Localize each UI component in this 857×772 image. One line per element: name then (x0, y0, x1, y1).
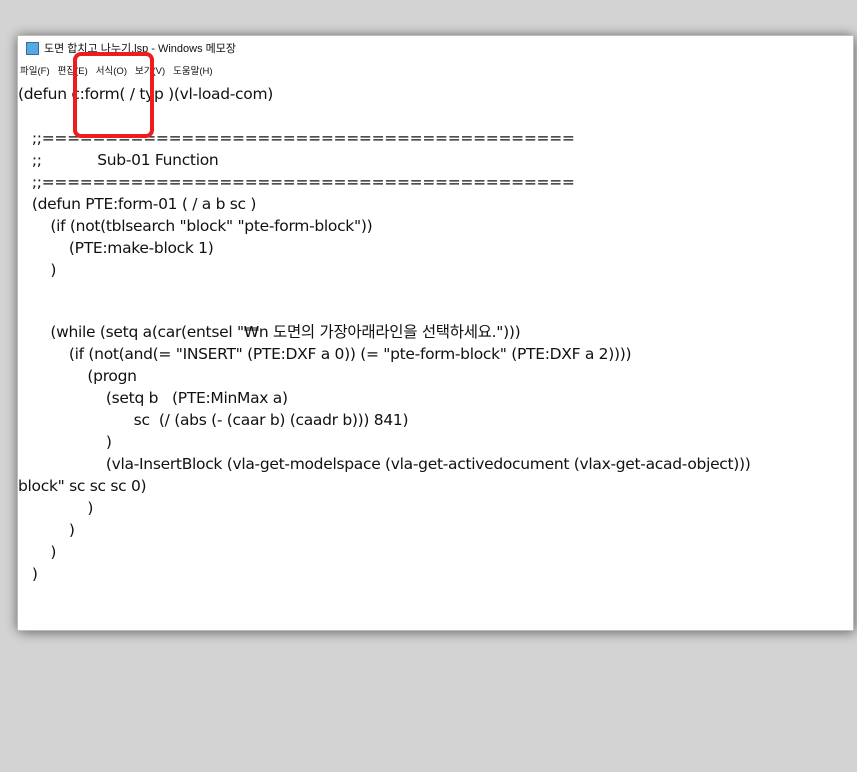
code-line: (if (not(tblsearch "block" "pte-form-blo… (18, 217, 373, 235)
window-title: 도면 합치고 나누기.lsp - Windows 메모장 (44, 43, 237, 55)
text-editor[interactable]: (defun c:form( / typ )(vl-load-com) ;;==… (18, 83, 853, 630)
code-line: (setq b (PTE:MinMax a) (18, 389, 288, 407)
notepad-icon (26, 41, 39, 55)
menu-bar: 파일(F) 편집(E) 서식(O) 보기(V) 도움말(H) (18, 60, 853, 80)
code-line: ) (18, 499, 94, 517)
code-line: ;; Sub-01 Function (18, 151, 219, 169)
code-line: ;;======================================… (18, 129, 575, 147)
menu-help[interactable]: 도움말(H) (173, 63, 212, 77)
code-line: ) (18, 565, 38, 583)
code-line: (defun c:form( / typ )(vl-load-com) (18, 85, 274, 103)
code-line: (progn (18, 367, 137, 385)
menu-edit[interactable]: 편집(E) (58, 63, 88, 77)
code-line: sc (/ (abs (- (caar b) (caadr b))) 841) (18, 411, 409, 429)
code-line: ;;======================================… (18, 173, 575, 191)
code-line: (if (not(and(= "INSERT" (PTE:DXF a 0)) (… (18, 345, 632, 363)
code-line: (while (setq a(car(entsel "₩n 도면의 가장아래라인… (18, 323, 521, 341)
notepad-window: 도면 합치고 나누기.lsp - Windows 메모장 파일(F) 편집(E)… (18, 36, 853, 630)
title-bar: 도면 합치고 나누기.lsp - Windows 메모장 (18, 36, 853, 60)
code-line: ) (18, 521, 75, 539)
code-line: (PTE:make-block 1) (18, 239, 214, 257)
code-line: (vla-InsertBlock (vla-get-modelspace (vl… (18, 455, 751, 473)
code-line: ) (18, 543, 57, 561)
code-line: ) (18, 433, 112, 451)
menu-file[interactable]: 파일(F) (20, 63, 50, 77)
menu-view[interactable]: 보기(V) (135, 63, 165, 77)
code-line: block" sc sc sc 0) (18, 477, 147, 495)
code-line: ) (18, 261, 57, 279)
code-line: (defun PTE:form-01 ( / a b sc ) (18, 195, 257, 213)
menu-format[interactable]: 서식(O) (96, 63, 127, 77)
